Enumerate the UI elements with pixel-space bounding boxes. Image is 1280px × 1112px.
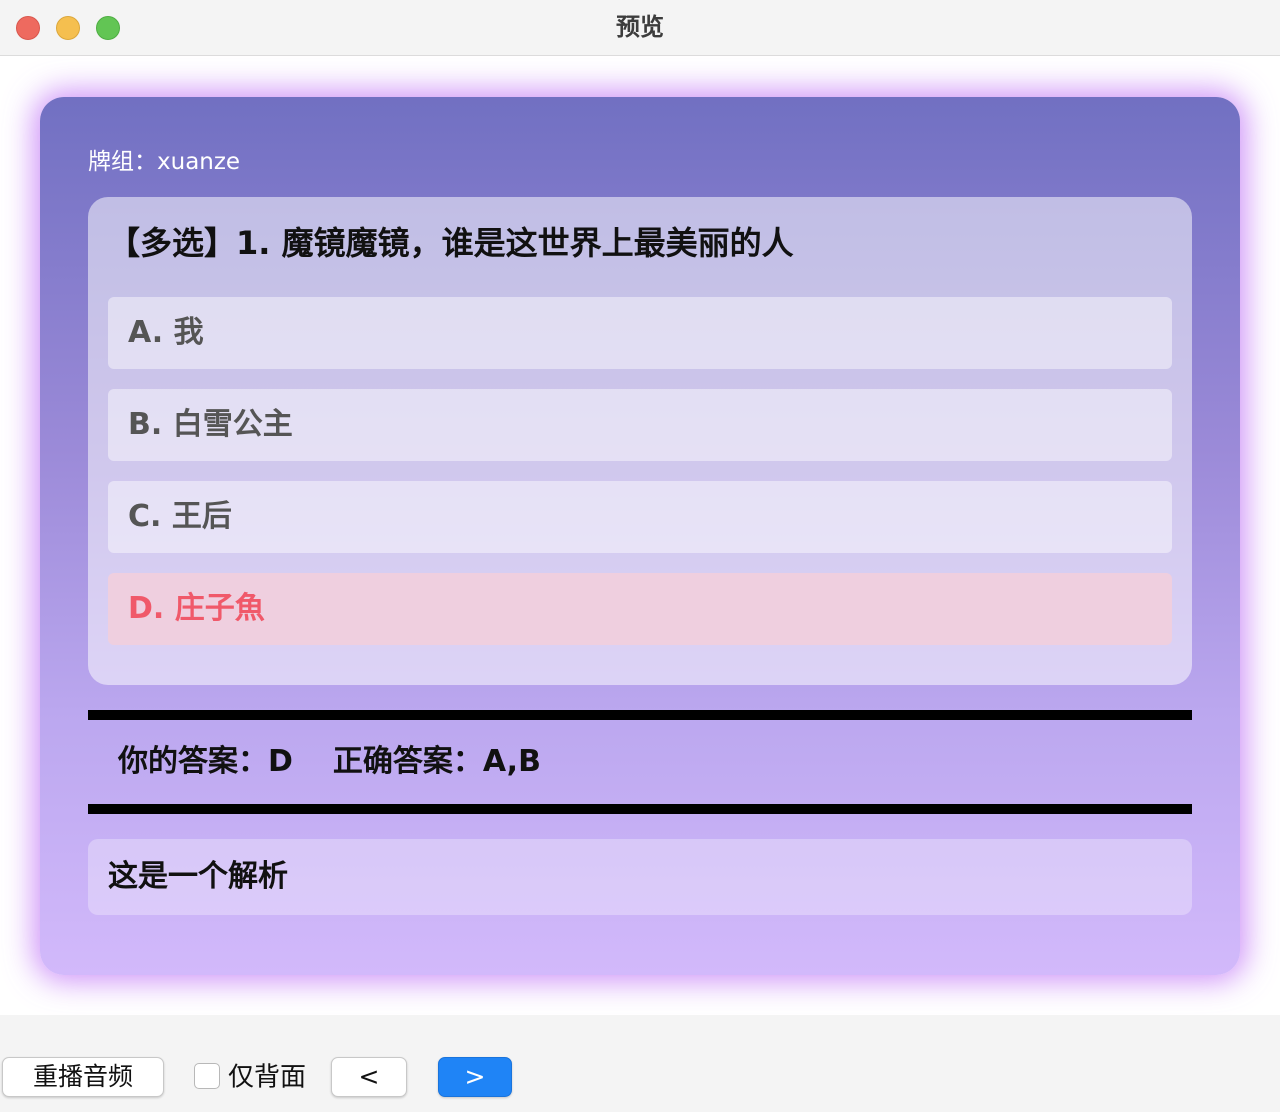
your-answer-label: 你的答案：: [118, 744, 268, 779]
back-only-checkbox[interactable]: [194, 1062, 220, 1089]
correct-answer-value: A,B: [482, 744, 541, 779]
previous-card-button[interactable]: <: [331, 1057, 407, 1097]
answer-row: 你的答案：D 正确答案：A,B: [118, 737, 541, 787]
divider-top: [88, 710, 1192, 720]
option-a[interactable]: A. 我: [108, 297, 1172, 369]
option-d[interactable]: D. 庄子魚: [108, 573, 1172, 645]
window-title: 预览: [616, 13, 664, 41]
preview-window: 预览 牌组：xuanze 【多选】1. 魔镜魔镜，谁是这世界上最美丽的人 A. …: [0, 0, 1280, 1112]
question-box: 【多选】1. 魔镜魔镜，谁是这世界上最美丽的人 A. 我 B. 白雪公主 C. …: [88, 197, 1192, 685]
question-text: 【多选】1. 魔镜魔镜，谁是这世界上最美丽的人: [108, 224, 794, 262]
card-preview-area: 牌组：xuanze 【多选】1. 魔镜魔镜，谁是这世界上最美丽的人 A. 我 B…: [0, 57, 1280, 1015]
deck-label: 牌组：: [88, 149, 157, 175]
option-c[interactable]: C. 王后: [108, 481, 1172, 553]
bottom-toolbar: 重播音频 仅背面 < >: [0, 1015, 1280, 1112]
divider-bottom: [88, 804, 1192, 814]
analysis-box: 这是一个解析: [88, 839, 1192, 915]
title-bar: 预览: [0, 0, 1280, 56]
replay-audio-button[interactable]: 重播音频: [2, 1057, 164, 1097]
your-answer-value: D: [268, 744, 293, 779]
option-b[interactable]: B. 白雪公主: [108, 389, 1172, 461]
back-only-label: 仅背面: [228, 1062, 307, 1093]
deck-line: 牌组：xuanze: [88, 145, 240, 179]
deck-name: xuanze: [157, 149, 241, 175]
next-card-button[interactable]: >: [438, 1057, 512, 1097]
correct-answer-label: 正确答案：: [332, 744, 483, 779]
back-only-toggle[interactable]: 仅背面: [194, 1057, 306, 1097]
card: 牌组：xuanze 【多选】1. 魔镜魔镜，谁是这世界上最美丽的人 A. 我 B…: [40, 97, 1240, 975]
